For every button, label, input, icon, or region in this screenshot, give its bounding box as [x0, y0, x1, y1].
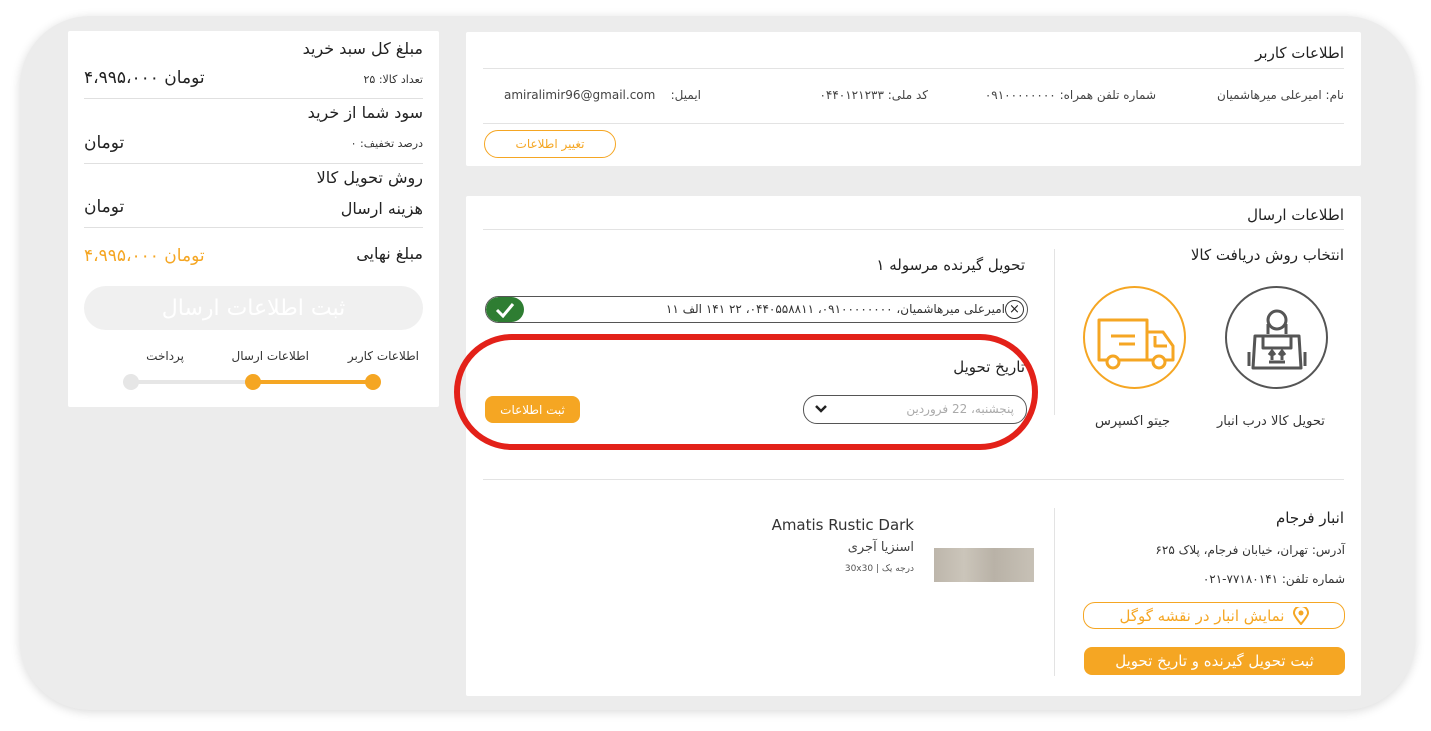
warehouse-package-icon [1247, 309, 1307, 370]
chevron-down-icon [815, 405, 827, 413]
user-name: نام: امیرعلی میرهاشمیان [1217, 88, 1344, 102]
date-value: پنجشنبه، 22 فروردین [906, 402, 1014, 416]
recipient-title: تحویل گیرنده مرسوله ۱ [876, 256, 1025, 274]
method-express-option[interactable] [1083, 286, 1186, 389]
method-warehouse-option[interactable] [1225, 286, 1328, 389]
show-map-label: نمایش انبار در نقشه گوگل [1119, 606, 1285, 625]
recipient-value: امیرعلی میرهاشمیان، ۰۹۱۰۰۰۰۰۰۰۰، ۰۴۴۰۵۵۸… [665, 302, 1005, 316]
step-dot-shipping [245, 374, 261, 390]
divider [84, 163, 423, 164]
divider [483, 229, 1344, 230]
discount-percent: درصد تخفیف: ۰ [350, 137, 423, 150]
delivery-truck-icon [1097, 318, 1175, 370]
delivery-method-title: روش تحویل کالا [316, 168, 423, 187]
final-amount: ۴،۹۹۵،۰۰۰ تومان [84, 246, 205, 266]
method-warehouse-label[interactable]: تحویل کالا درب انبار [1217, 414, 1325, 429]
order-summary-card: مبلغ کل سبد خرید ۴،۹۹۵،۰۰۰ تومان تعداد ک… [68, 31, 439, 407]
step-label-payment: پرداخت [146, 349, 184, 363]
step-label-user-info: اطلاعات کاربر [347, 349, 419, 363]
profit-title: سود شما از خرید [307, 103, 423, 122]
shipping-cost-amount: تومان [84, 197, 125, 217]
submit-recipient-date-button[interactable]: ثبت تحویل گیرنده و تاریخ تحویل [1084, 647, 1345, 675]
product-image [934, 548, 1034, 582]
divider [1054, 508, 1055, 676]
step-label-shipping: اطلاعات ارسال [231, 349, 309, 363]
submit-shipping-button[interactable]: ثبت اطلاعات ارسال [84, 286, 423, 330]
cart-total-amount: ۴،۹۹۵،۰۰۰ تومان [84, 68, 205, 88]
delivery-date-select[interactable]: پنجشنبه، 22 فروردین [803, 395, 1027, 424]
product-name-fa: اسنزیا آجری [847, 540, 914, 555]
check-icon [486, 297, 524, 322]
user-mobile: شماره تلفن همراه: ۰۹۱۰۰۰۰۰۰۰۰ [984, 88, 1156, 102]
shipping-title: اطلاعات ارسال [1247, 206, 1344, 224]
divider [483, 479, 1344, 480]
divider [483, 123, 1344, 124]
step-dot-payment [123, 374, 139, 390]
date-title: تاریخ تحویل [953, 358, 1025, 376]
divider [1054, 249, 1055, 415]
edit-info-button[interactable]: تغییر اطلاعات [484, 130, 616, 158]
warehouse-address: آدرس: تهران، خیابان فرجام، پلاک ۶۲۵ [1155, 543, 1345, 557]
cart-total-title: مبلغ کل سبد خرید [302, 39, 423, 58]
shipping-cost-label: هزینه ارسال [340, 199, 423, 218]
highlight-ring [454, 334, 1038, 450]
show-map-button[interactable]: نمایش انبار در نقشه گوگل [1083, 602, 1345, 629]
divider [84, 227, 423, 228]
warehouse-phone: شماره تلفن: ۷۷۱۸۰۱۴۱-۰۲۱ [1202, 572, 1345, 586]
submit-date-button[interactable]: ثبت اطلاعات [485, 396, 580, 423]
product-grade: درجه یک | 30x30 [844, 564, 914, 574]
divider [84, 98, 423, 99]
user-email-label: ایمیل: [670, 88, 701, 102]
user-info-title: اطلاعات کاربر [1255, 44, 1344, 62]
shipping-info-card: اطلاعات ارسال انتخاب روش دریافت کالا تحو… [454, 196, 1361, 696]
method-title: انتخاب روش دریافت کالا [1190, 246, 1344, 264]
user-info-card: اطلاعات کاربر نام: امیرعلی میرهاشمیان شم… [466, 32, 1361, 166]
item-count: تعداد کالا: ۲۵ [363, 73, 424, 86]
method-express-label[interactable]: جیتو اکسپرس [1095, 414, 1170, 429]
user-national-code: کد ملی: ۰۴۴۰۱۲۱۲۳۳ [819, 88, 928, 102]
progress-fill [255, 380, 375, 384]
user-email-value: amiralimir96@gmail.com [504, 88, 656, 102]
recipient-select[interactable]: امیرعلی میرهاشمیان، ۰۹۱۰۰۰۰۰۰۰۰، ۰۴۴۰۵۵۸… [485, 296, 1028, 323]
divider [483, 68, 1344, 69]
profit-amount: تومان [84, 133, 125, 153]
warehouse-name: انبار فرجام [1275, 509, 1344, 527]
product-name-en: Amatis Rustic Dark [771, 516, 914, 534]
clear-recipient-icon[interactable]: × [1005, 300, 1024, 319]
map-pin-icon [1292, 606, 1309, 625]
final-label: مبلغ نهایی [356, 244, 423, 263]
step-dot-user-info [365, 374, 381, 390]
